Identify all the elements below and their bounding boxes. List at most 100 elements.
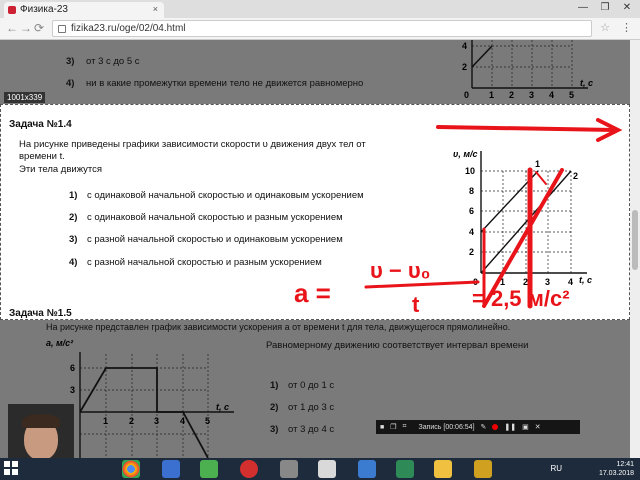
answer-option-3[interactable]: с разной начальной скоростью и одинаковы… (87, 234, 343, 245)
screen-recorder-bar: ■ ❐ ⌗ Запись [00:06:54] ✎ ❚❚ ▣ ✕ (376, 420, 580, 434)
recording-label: Запись [00:06:54] (418, 423, 475, 431)
y-tick-label: 2 (469, 247, 474, 257)
x-axis-label: t, с (580, 78, 593, 88)
menu-icon[interactable]: ⋮ (621, 21, 632, 34)
y-tick-label: 3 (70, 385, 75, 395)
option-number: 2) (69, 212, 78, 223)
url-text: fizika23.ru/oge/02/04.html (71, 23, 186, 34)
paint-icon[interactable] (318, 460, 336, 478)
x-axis-label: t, с (579, 275, 592, 285)
webcam-hair (22, 414, 60, 428)
y-tick-label: 6 (469, 206, 474, 216)
selection-size-tag: 1001x339 (4, 92, 46, 103)
window-controls: — ❐ ✕ (572, 0, 638, 18)
chrome-icon[interactable] (122, 460, 140, 478)
option-number: 1) (69, 190, 78, 201)
windows-taskbar: RU 12:41 17.03.2018 (0, 458, 640, 480)
x-tick-label: 4 (180, 416, 185, 426)
x-tick-label: 1 (103, 416, 108, 426)
question-text: Эти тела движутся (19, 164, 103, 175)
acceleration-graph: a, м/с² 6 3 1 2 3 4 5 t, с (46, 338, 234, 458)
option-number: 4) (66, 78, 75, 89)
close-icon[interactable]: × (153, 4, 158, 14)
app-icon[interactable] (474, 460, 492, 478)
clock-date: 17.03.2018 (598, 470, 634, 477)
language-indicator[interactable]: RU (550, 464, 562, 473)
browser-toolbar: ← → ⟳ fizika23.ru/oge/02/04.html ☆ ⋮ (0, 18, 640, 40)
reload-icon[interactable]: ⟳ (34, 21, 44, 35)
player-icon[interactable] (162, 460, 180, 478)
x-tick-label: 4 (549, 90, 554, 100)
system-clock[interactable]: 12:41 17.03.2018 (599, 460, 634, 478)
app-icon[interactable] (200, 460, 218, 478)
pause-icon[interactable]: ❚❚ (504, 423, 516, 431)
forward-icon[interactable]: → (20, 21, 32, 35)
option-number: 4) (69, 257, 78, 268)
task-title: Задача №1.5 (9, 308, 72, 319)
camera-icon[interactable]: ▣ (522, 423, 529, 431)
y-tick-label: 4 (462, 41, 467, 51)
y-tick-label: 4 (469, 227, 474, 237)
window-icon[interactable]: ❐ (390, 423, 396, 431)
option-number: 2) (270, 402, 279, 413)
page-scrollbar[interactable] (630, 40, 640, 458)
velocity-graph: υ, м/с 10 8 6 4 2 0 1 2 3 4 t, с 1 2 (453, 149, 592, 287)
clock-time: 12:41 (616, 461, 634, 468)
windows-start-icon[interactable] (4, 461, 18, 475)
answer-option-2[interactable]: с одинаковой начальной скоростью и разны… (87, 212, 343, 223)
tab-bar: Физика-23 × — ❐ ✕ (0, 0, 640, 18)
answer-option-4[interactable]: с разной начальной скоростью и разным ус… (87, 257, 322, 268)
task-1-5-area: На рисунке представлен график зависимост… (0, 320, 630, 458)
answer-option-3[interactable]: от 3 до 4 с (288, 424, 334, 435)
bookmark-star-icon[interactable]: ☆ (600, 21, 610, 34)
close-icon[interactable]: ✕ (535, 423, 541, 431)
stop-icon[interactable]: ■ (380, 424, 384, 431)
x-tick-label: 5 (569, 90, 574, 100)
answer-option-2[interactable]: от 1 до 3 с (288, 402, 334, 413)
back-icon[interactable]: ← (6, 21, 18, 35)
option-text[interactable]: ни в какие промежутки времени тело не дв… (86, 78, 363, 89)
opera-icon[interactable] (240, 460, 258, 478)
minimize-button[interactable]: — (572, 0, 594, 18)
tool-icon[interactable] (280, 460, 298, 478)
y-axis-label: a, м/с² (46, 338, 74, 348)
x-tick-label: 1 (489, 90, 494, 100)
question-text: времени t. (19, 151, 65, 162)
answer-option-1[interactable]: от 0 до 1 с (288, 380, 334, 391)
window-close-button[interactable]: ✕ (616, 0, 638, 18)
crop-icon[interactable]: ⌗ (403, 423, 407, 431)
x-tick-label: 5 (205, 416, 210, 426)
x-tick-label: 4 (568, 277, 573, 287)
tab-title: Физика-23 (20, 4, 68, 15)
screen: Физика-23 × — ❐ ✕ ← → ⟳ fizika23.ru/oge/… (0, 0, 640, 480)
x-tick-label: 0 (464, 90, 469, 100)
question-prompt: Равномерному движению соответствует инте… (266, 340, 529, 351)
option-number: 3) (69, 234, 78, 245)
address-bar[interactable]: fizika23.ru/oge/02/04.html (52, 20, 592, 37)
option-number: 3) (270, 424, 279, 435)
x-axis-label: t, с (216, 402, 229, 412)
record-icon[interactable] (492, 424, 499, 430)
monitor-icon[interactable] (358, 460, 376, 478)
favicon-icon (8, 6, 16, 14)
maximize-button[interactable]: ❐ (594, 0, 616, 18)
previous-task-graph: 4 2 0 1 2 3 4 5 t, с (462, 40, 593, 100)
option-text[interactable]: от 3 с до 5 с (86, 56, 140, 67)
x-tick-label: 2 (129, 416, 134, 426)
option-number: 1) (270, 380, 279, 391)
x-tick-label: 3 (154, 416, 159, 426)
pen-icon[interactable]: ✎ (481, 423, 487, 431)
y-tick-label: 6 (70, 363, 75, 373)
scrollbar-thumb[interactable] (632, 210, 638, 270)
x-tick-label: 0 (473, 277, 478, 287)
app-icon[interactable] (396, 460, 414, 478)
line-label-2: 2 (573, 171, 578, 181)
x-tick-label: 2 (509, 90, 514, 100)
line-label-1: 1 (535, 159, 540, 169)
folder-icon[interactable] (434, 460, 452, 478)
browser-tab[interactable]: Физика-23 × (4, 2, 164, 18)
y-tick-label: 8 (469, 186, 474, 196)
answer-option-1[interactable]: с одинаковой начальной скоростью и одина… (87, 190, 364, 201)
y-tick-label: 2 (462, 62, 467, 72)
task-title: Задача №1.4 (9, 119, 72, 130)
